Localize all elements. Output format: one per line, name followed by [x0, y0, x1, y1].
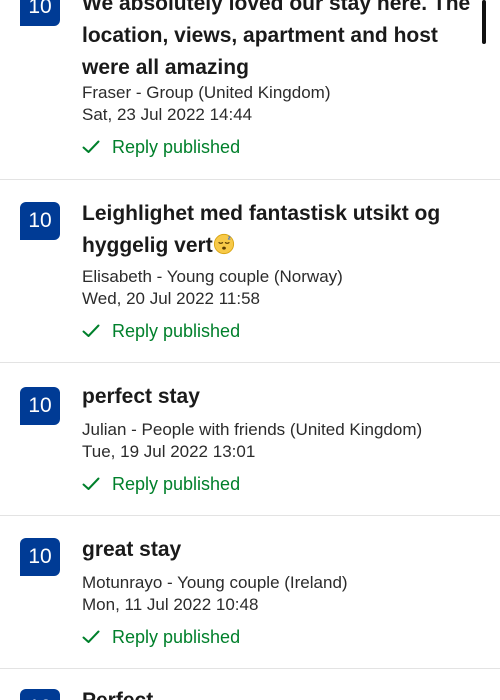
review-title-line: location, views, apartment and host — [82, 24, 438, 47]
review-date: Sat, 23 Jul 2022 14:44 — [82, 105, 253, 124]
review-item[interactable]: 10 Perfect — [0, 669, 500, 700]
checkmark-icon — [82, 630, 100, 643]
review-title: great stay — [82, 534, 482, 566]
review-title: Perfect — [82, 685, 482, 700]
reply-status[interactable]: Reply published — [82, 625, 240, 649]
checkmark-icon — [82, 324, 100, 337]
review-title: We absolutely loved our stay here. The l… — [82, 0, 482, 84]
review-title-line: were all amazing — [82, 56, 249, 79]
reply-status-label: Reply published — [112, 321, 241, 341]
review-title-line: hyggelig vert z — [82, 230, 482, 262]
review-title-line: perfect stay — [82, 385, 200, 408]
review-score-badge: 10 — [20, 538, 60, 576]
review-score-badge: 10 — [20, 387, 60, 425]
review-title-line: great stay — [82, 538, 182, 561]
review-item[interactable]: 10 Leighlighet med fantastisk utsikt og … — [0, 180, 500, 363]
reply-status[interactable]: Reply published — [82, 472, 240, 496]
review-title-text: hyggelig vert — [82, 234, 213, 257]
svg-text:z: z — [227, 235, 230, 241]
review-date: Wed, 20 Jul 2022 11:58 — [82, 289, 261, 308]
reply-status[interactable]: Reply published — [82, 319, 240, 343]
review-title-line: We absolutely loved our stay here. The — [82, 0, 471, 15]
review-item[interactable]: 10 perfect stay Julian - People with fri… — [0, 363, 500, 516]
review-title: perfect stay — [82, 381, 482, 413]
review-title-line: Perfect — [82, 685, 482, 700]
review-author: Fraser - Group (United Kingdom) — [82, 83, 331, 102]
reply-status-label: Reply published — [112, 627, 241, 647]
review-author: Julian - People with friends (United Kin… — [82, 420, 423, 439]
review-author: Motunrayo - Young couple (Ireland) — [82, 573, 348, 592]
review-author: Elisabeth - Young couple (Norway) — [82, 267, 343, 286]
reply-status[interactable]: Reply published — [82, 135, 240, 159]
review-date: Mon, 11 Jul 2022 10:48 — [82, 595, 259, 614]
reply-status-label: Reply published — [112, 137, 241, 157]
reply-status-label: Reply published — [112, 474, 241, 494]
review-score-badge: 10 — [20, 0, 60, 26]
scroll-indicator[interactable] — [482, 0, 486, 44]
review-item[interactable]: 10 great stay Motunrayo - Young couple (… — [0, 516, 500, 669]
reviews-list: 10 We absolutely loved our stay here. Th… — [0, 0, 500, 700]
review-score-badge: 10 — [20, 689, 60, 700]
review-title-line: Leighlighet med fantastisk utsikt og — [82, 202, 441, 225]
review-date: Tue, 19 Jul 2022 13:01 — [82, 442, 256, 461]
review-item[interactable]: 10 We absolutely loved our stay here. Th… — [0, 0, 500, 180]
checkmark-icon — [82, 477, 100, 490]
review-score-badge: 10 — [20, 202, 60, 240]
sleeping-face-icon: z — [213, 233, 234, 255]
checkmark-icon — [82, 140, 100, 153]
review-title: Leighlighet med fantastisk utsikt og hyg… — [82, 198, 482, 262]
